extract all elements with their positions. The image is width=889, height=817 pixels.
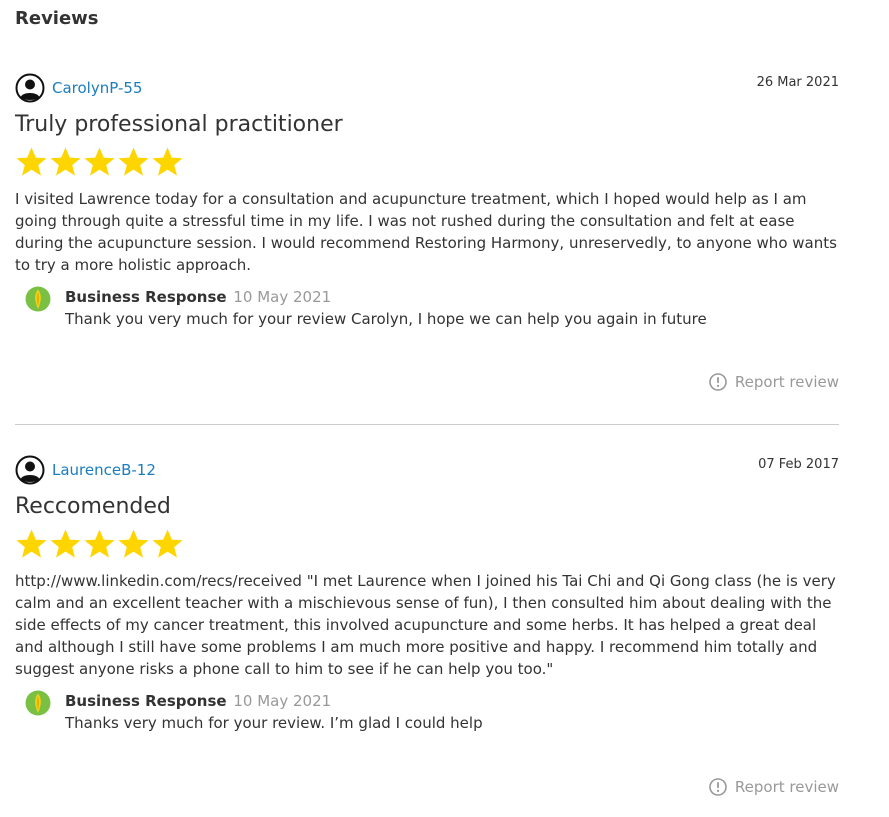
business-response: Business Response 10 May 2021 Thanks ver… bbox=[15, 690, 839, 734]
report-review-label: Report review bbox=[734, 373, 839, 391]
response-date: 10 May 2021 bbox=[233, 692, 332, 710]
business-logo-icon bbox=[25, 286, 51, 312]
review-title: Reccomended bbox=[15, 494, 171, 519]
user-avatar-icon bbox=[15, 455, 45, 485]
business-response: Business Response 10 May 2021 Thank you … bbox=[15, 286, 839, 330]
review-card: LaurenceB-12 07 Feb 2017 Reccomended htt… bbox=[15, 454, 839, 796]
review-body: I visited Lawrence today for a consultat… bbox=[15, 190, 837, 274]
response-header: Business Response 10 May 2021 bbox=[65, 690, 839, 712]
response-text: Thank you very much for your review Caro… bbox=[65, 310, 707, 328]
response-text: Thanks very much for your review. I’m gl… bbox=[65, 714, 483, 732]
star-icon bbox=[84, 147, 115, 176]
star-icon bbox=[118, 147, 149, 176]
star-icon bbox=[152, 529, 183, 558]
exclamation-circle-icon bbox=[709, 778, 727, 796]
business-logo-icon bbox=[25, 690, 51, 716]
review-title: Truly professional practitioner bbox=[15, 112, 343, 137]
exclamation-circle-icon bbox=[709, 373, 727, 391]
user-avatar-icon bbox=[15, 73, 45, 103]
star-icon bbox=[118, 529, 149, 558]
report-review-link[interactable]: Report review bbox=[709, 778, 839, 796]
section-title: Reviews bbox=[15, 8, 99, 29]
report-review-link[interactable]: Report review bbox=[709, 373, 839, 391]
review-card: CarolynP-55 26 Mar 2021 Truly profession… bbox=[15, 72, 839, 391]
star-icon bbox=[50, 529, 81, 558]
review-date: 07 Feb 2017 bbox=[758, 457, 839, 472]
star-icon bbox=[84, 529, 115, 558]
reviewer-username[interactable]: LaurenceB-12 bbox=[52, 461, 156, 479]
star-rating bbox=[15, 146, 839, 180]
report-review-label: Report review bbox=[734, 778, 839, 796]
star-icon bbox=[16, 529, 47, 558]
star-icon bbox=[50, 147, 81, 176]
review-divider bbox=[15, 424, 839, 425]
response-label: Business Response bbox=[65, 692, 227, 710]
review-header: CarolynP-55 26 Mar 2021 bbox=[15, 72, 839, 104]
response-label: Business Response bbox=[65, 288, 227, 306]
reviewer-username[interactable]: CarolynP-55 bbox=[52, 79, 142, 97]
review-body: http://www.linkedin.com/recs/received "I… bbox=[15, 572, 836, 678]
response-header: Business Response 10 May 2021 bbox=[65, 286, 839, 308]
review-header: LaurenceB-12 07 Feb 2017 bbox=[15, 454, 839, 486]
review-date: 26 Mar 2021 bbox=[756, 75, 839, 90]
star-rating bbox=[15, 528, 839, 562]
response-date: 10 May 2021 bbox=[233, 288, 332, 306]
star-icon bbox=[16, 147, 47, 176]
star-icon bbox=[152, 147, 183, 176]
